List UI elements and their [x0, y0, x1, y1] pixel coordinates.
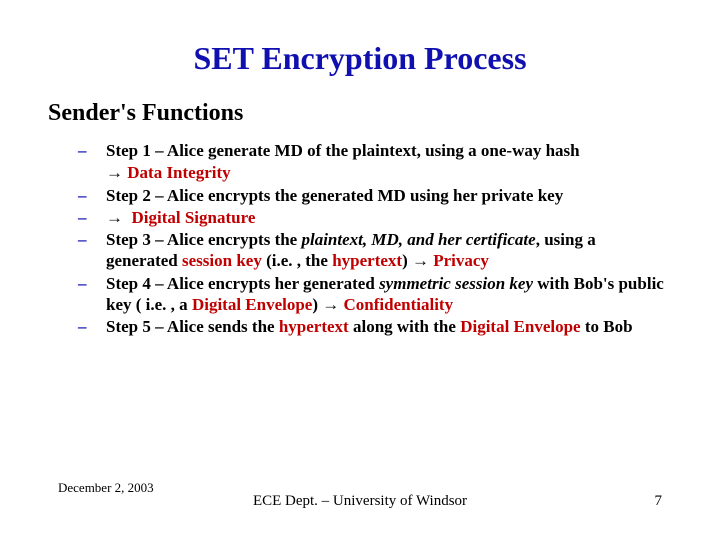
footer-page-number: 7	[655, 493, 663, 510]
arrow-icon: →	[322, 295, 339, 314]
bullet-dash: –	[78, 140, 106, 161]
bullet-text: Step 3 – Alice encrypts the plaintext, M…	[106, 229, 670, 272]
list-item: → Data Integrity	[78, 162, 670, 183]
list-item: – Step 3 – Alice encrypts the plaintext,…	[78, 229, 670, 272]
slide-title: SET Encryption Process	[0, 40, 720, 77]
bullet-list: – Step 1 – Alice generate MD of the plai…	[78, 140, 670, 338]
text: (i.e. , the	[262, 251, 332, 270]
text: Step 2 – Alice encrypts the generated MD…	[106, 186, 563, 205]
text: Step 5 – Alice sends the	[106, 317, 279, 336]
text-red: Digital Signature	[132, 208, 256, 227]
bullet-text: Step 1 – Alice generate MD of the plaint…	[106, 140, 670, 161]
text-red: Privacy	[433, 251, 489, 270]
bullet-dash: –	[78, 207, 106, 228]
text-italic: plaintext, MD, and her certificate	[301, 230, 535, 249]
bullet-text: → Digital Signature	[106, 207, 670, 228]
text-red: session key	[182, 251, 262, 270]
text: Step 3 – Alice encrypts the	[106, 230, 301, 249]
arrow-icon: →	[412, 251, 429, 270]
list-item: – → Digital Signature	[78, 207, 670, 228]
list-item: – Step 4 – Alice encrypts her generated …	[78, 273, 670, 316]
text-red: Digital Envelope	[460, 317, 580, 336]
slide-subtitle: Sender's Functions	[48, 100, 243, 127]
list-item: – Step 5 – Alice sends the hypertext alo…	[78, 316, 670, 337]
bullet-dash: –	[78, 316, 106, 337]
text: Step 4 – Alice encrypts her generated	[106, 274, 379, 293]
bullet-text: Step 2 – Alice encrypts the generated MD…	[106, 185, 670, 206]
text-red: Data Integrity	[127, 163, 230, 182]
bullet-text: Step 4 – Alice encrypts her generated sy…	[106, 273, 670, 316]
text: to Bob	[581, 317, 633, 336]
bullet-text: Step 5 – Alice sends the hypertext along…	[106, 316, 670, 337]
list-item: – Step 1 – Alice generate MD of the plai…	[78, 140, 670, 161]
text-red: hypertext	[279, 317, 349, 336]
list-item: – Step 2 – Alice encrypts the generated …	[78, 185, 670, 206]
bullet-text: → Data Integrity	[106, 162, 670, 183]
bullet-dash: –	[78, 229, 106, 272]
slide: SET Encryption Process Sender's Function…	[0, 0, 720, 540]
arrow-icon: →	[106, 208, 123, 227]
text: Step 1 – Alice generate MD of the plaint…	[106, 141, 580, 160]
text-red: Confidentiality	[344, 295, 454, 314]
bullet-dash	[78, 162, 106, 183]
bullet-dash: –	[78, 185, 106, 206]
text-red: Digital Envelope	[192, 295, 312, 314]
bullet-dash: –	[78, 273, 106, 316]
text: )	[312, 295, 322, 314]
arrow-icon: →	[106, 163, 123, 182]
text-italic: symmetric session key	[379, 274, 533, 293]
text: )	[402, 251, 412, 270]
text: along with the	[349, 317, 460, 336]
text-red: hypertext	[332, 251, 402, 270]
footer-center: ECE Dept. – University of Windsor	[0, 493, 720, 510]
